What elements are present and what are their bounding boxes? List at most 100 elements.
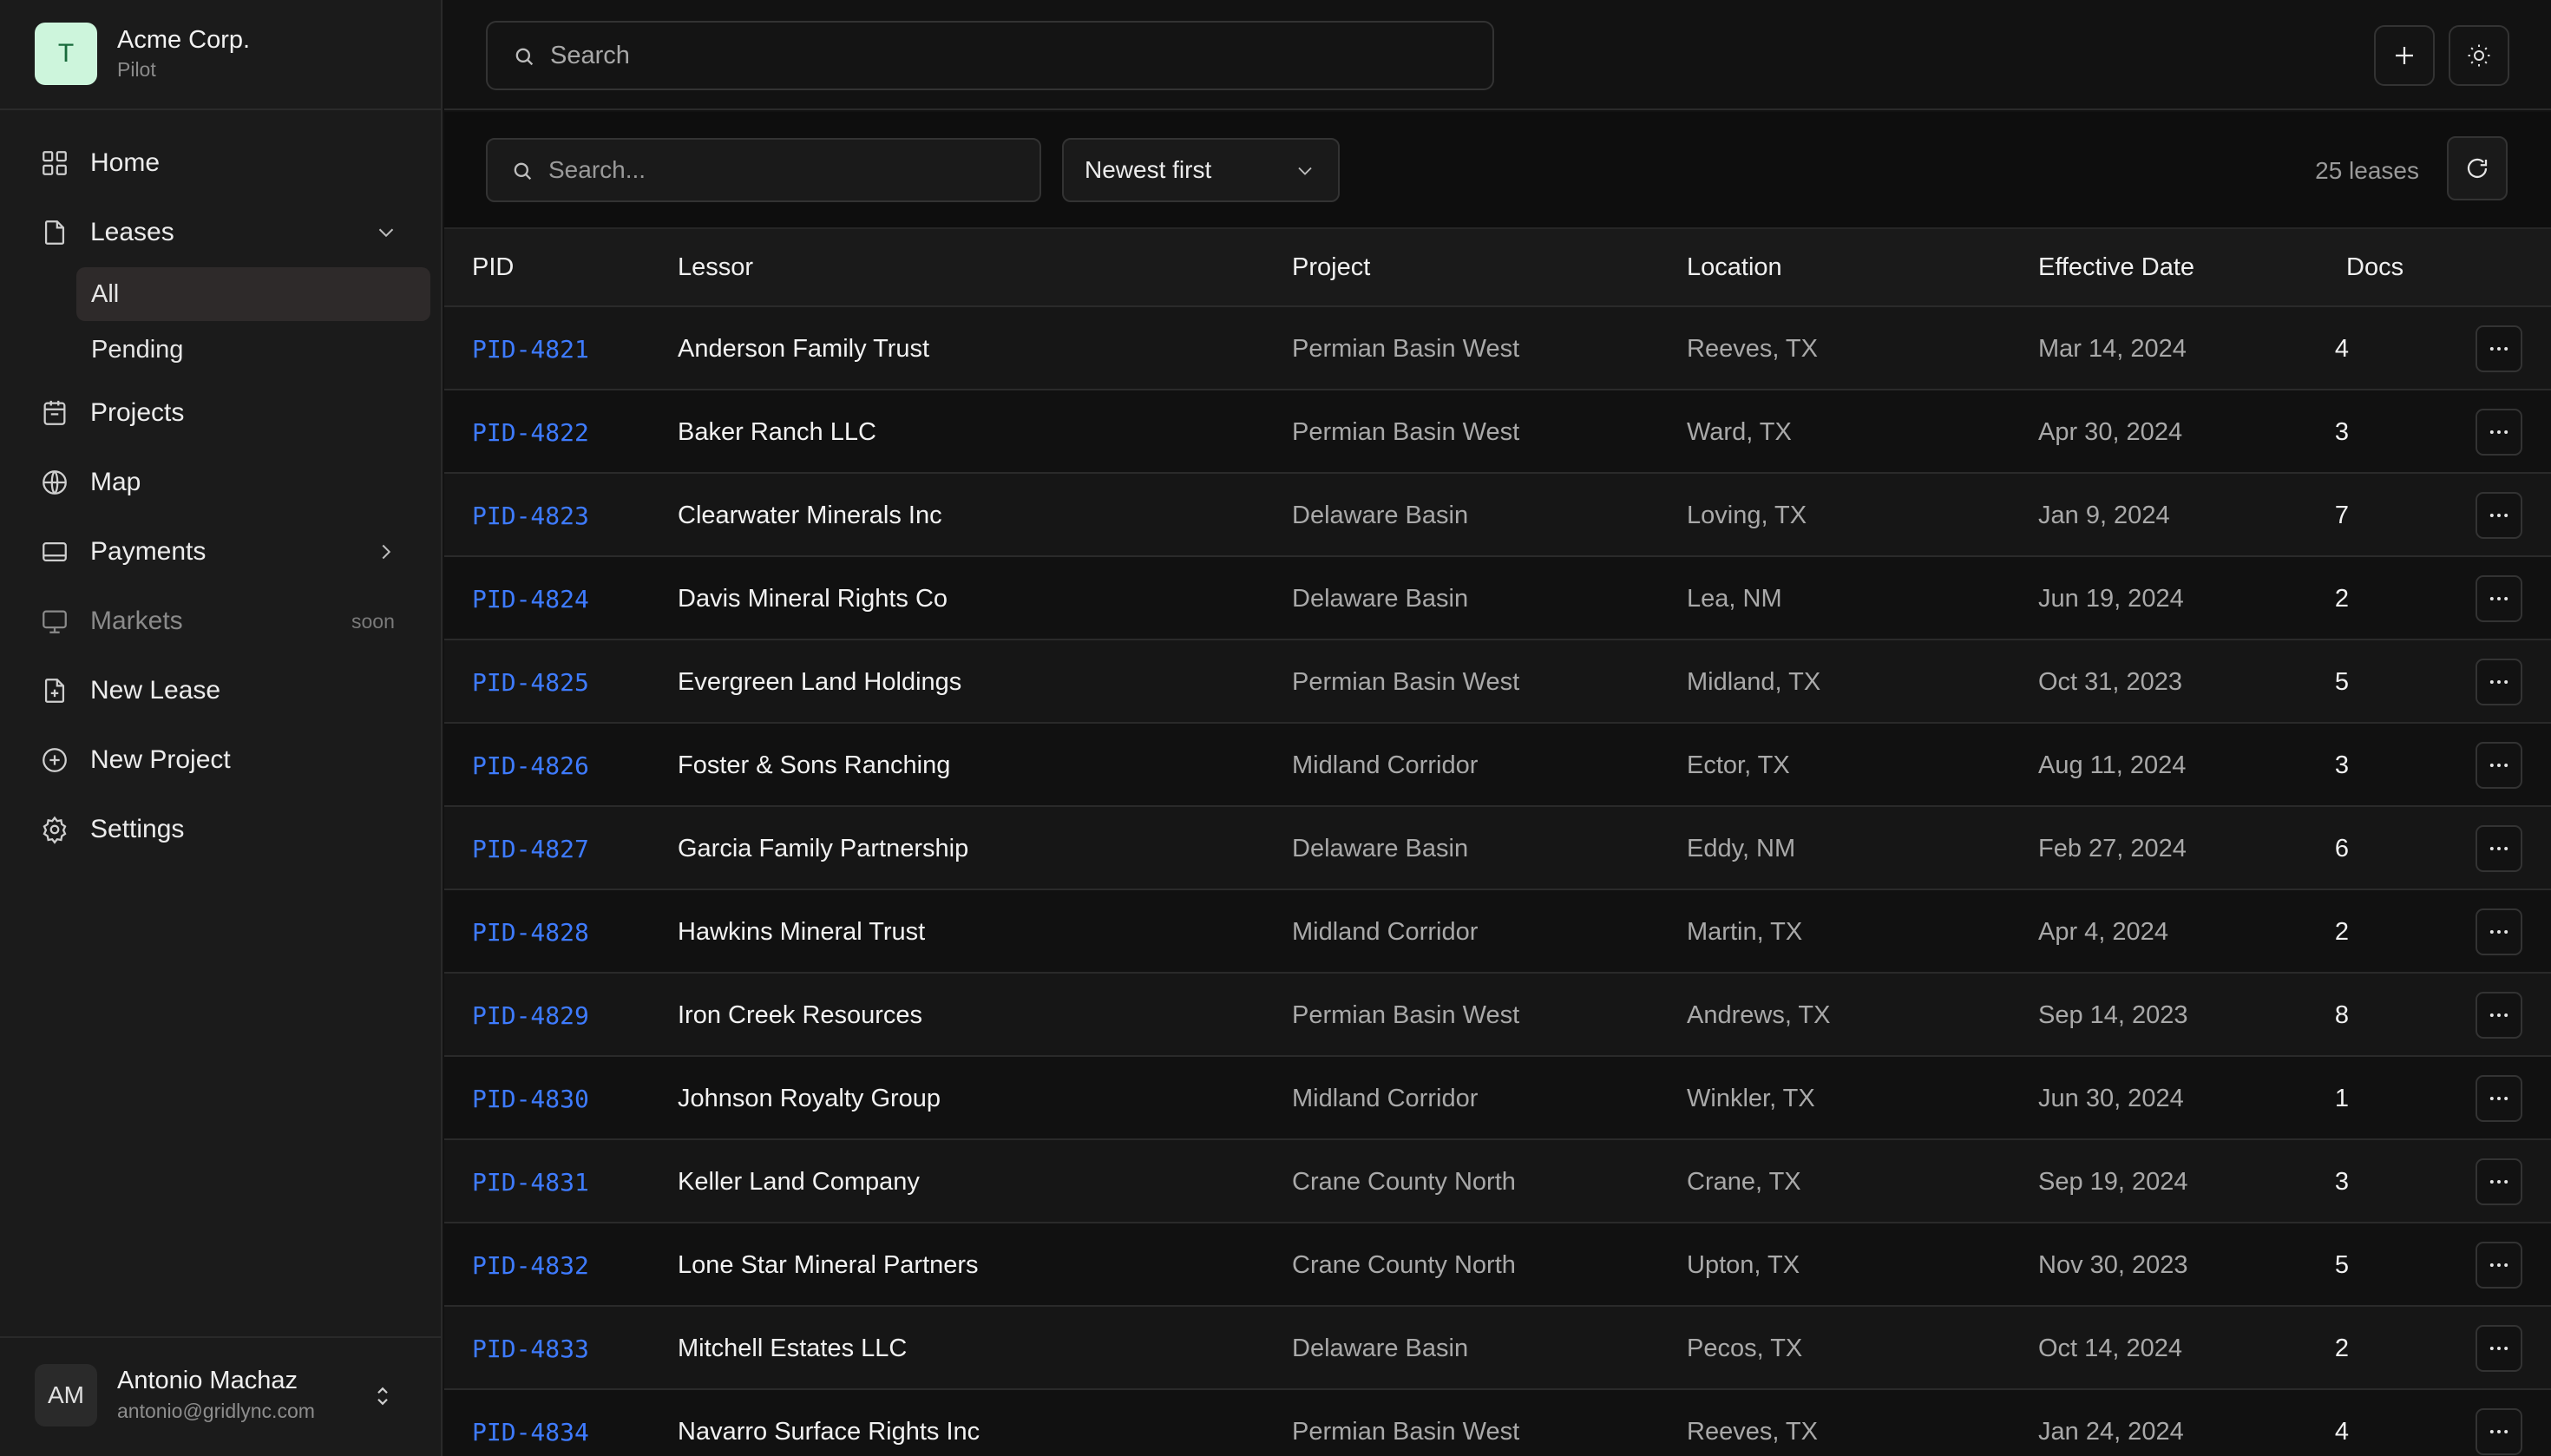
nav-new-lease[interactable]: New Lease	[0, 656, 443, 725]
docs-count-cell: 3	[2334, 751, 2350, 779]
row-actions-button[interactable]	[2476, 1325, 2522, 1372]
refresh-button[interactable]	[2447, 136, 2508, 200]
row-actions-button[interactable]	[2476, 325, 2522, 372]
more-horizontal-icon	[2489, 1347, 2508, 1350]
effective-date-cell: Jan 9, 2024	[2038, 502, 2170, 529]
pid-link[interactable]: PID-4823	[472, 502, 589, 530]
col-header-location[interactable]: Location	[1687, 253, 1782, 282]
pid-link[interactable]: PID-4821	[472, 335, 589, 364]
table-row[interactable]: PID-4822 Baker Ranch LLC Permian Basin Wes…	[444, 390, 2551, 474]
search-icon	[515, 48, 534, 66]
effective-date-cell: Nov 30, 2023	[2038, 1251, 2188, 1279]
col-header-project[interactable]: Project	[1292, 253, 1370, 282]
table-row[interactable]: PID-4831 Keller Land Company Crane County …	[444, 1140, 2551, 1223]
row-actions-button[interactable]	[2476, 492, 2522, 539]
pid-link[interactable]: PID-4822	[472, 418, 589, 447]
project-cell: Midland Corridor	[1292, 918, 1479, 946]
pid-link[interactable]: PID-4827	[472, 835, 589, 863]
col-header-effective-date[interactable]: Effective Date	[2038, 253, 2194, 282]
row-actions-button[interactable]	[2476, 1408, 2522, 1455]
pid-link[interactable]: PID-4826	[472, 751, 589, 780]
lessor-cell: Baker Ranch LLC	[678, 418, 876, 446]
table-row[interactable]: PID-4824 Davis Mineral Rights Co Delaware …	[444, 557, 2551, 640]
row-actions-button[interactable]	[2476, 1158, 2522, 1205]
table-row[interactable]: PID-4829 Iron Creek Resources Permian Basi…	[444, 974, 2551, 1057]
row-actions-button[interactable]	[2476, 1075, 2522, 1122]
col-header-lessor[interactable]: Lessor	[678, 253, 753, 282]
col-header-docs[interactable]: Docs	[2346, 253, 2403, 282]
nav-leases-pending[interactable]: Pending	[76, 323, 430, 377]
lease-search-input[interactable]	[548, 140, 1026, 200]
location-cell: Eddy, NM	[1687, 835, 1796, 862]
row-actions-button[interactable]	[2476, 409, 2522, 456]
docs-count-cell: 4	[2334, 335, 2350, 363]
table-row[interactable]: PID-4833 Mitchell Estates LLC Delaware Bas…	[444, 1307, 2551, 1390]
row-actions-button[interactable]	[2476, 659, 2522, 705]
nav-home[interactable]: Home	[0, 128, 443, 198]
pid-link[interactable]: PID-4833	[472, 1335, 589, 1363]
col-header-pid[interactable]: PID	[472, 253, 514, 282]
row-actions-button[interactable]	[2476, 1242, 2522, 1289]
workspace-switcher[interactable]: T Acme Corp. Pilot	[0, 0, 443, 110]
pid-link[interactable]: PID-4830	[472, 1085, 589, 1113]
user-menu[interactable]: AM Antonio Machaz antonio@gridlync.com	[0, 1336, 443, 1456]
row-actions-button[interactable]	[2476, 742, 2522, 789]
nav-settings[interactable]: Settings	[0, 795, 443, 864]
table-row[interactable]: PID-4823 Clearwater Minerals Inc Delaware …	[444, 474, 2551, 557]
chevron-down-icon[interactable]	[373, 220, 399, 246]
chevron-right-icon[interactable]	[373, 539, 399, 565]
table-row[interactable]: PID-4825 Evergreen Land Holdings Permian B…	[444, 640, 2551, 724]
nav-leases[interactable]: Leases	[0, 198, 443, 267]
docs-count-cell: 2	[2334, 918, 2350, 946]
lessor-cell: Hawkins Mineral Trust	[678, 918, 926, 946]
location-cell: Ector, TX	[1687, 751, 1790, 779]
lessor-cell: Mitchell Estates LLC	[678, 1335, 908, 1362]
sort-select[interactable]: Newest first	[1062, 138, 1340, 202]
sun-icon	[2468, 44, 2490, 67]
nav-new-project[interactable]: New Project	[0, 725, 443, 795]
location-cell: Pecos, TX	[1687, 1335, 1803, 1362]
chevrons-up-down-icon[interactable]	[370, 1383, 396, 1409]
global-search-input[interactable]	[550, 23, 1461, 89]
table-row[interactable]: PID-4826 Foster & Sons Ranching Midland Co…	[444, 724, 2551, 807]
row-actions-button[interactable]	[2476, 825, 2522, 872]
project-cell: Crane County North	[1292, 1251, 1516, 1279]
row-actions-button[interactable]	[2476, 908, 2522, 955]
pid-link[interactable]: PID-4828	[472, 918, 589, 947]
table-row[interactable]: PID-4827 Garcia Family Partnership Delawar…	[444, 807, 2551, 890]
nav-projects[interactable]: Projects	[0, 378, 443, 448]
pid-link[interactable]: PID-4831	[472, 1168, 589, 1197]
effective-date-cell: Apr 30, 2024	[2038, 418, 2183, 446]
pid-link[interactable]: PID-4829	[472, 1001, 589, 1030]
project-cell: Crane County North	[1292, 1168, 1516, 1196]
theme-toggle-button[interactable]	[2449, 25, 2509, 86]
table-row[interactable]: PID-4821 Anderson Family Trust Permian Bas…	[444, 307, 2551, 390]
pid-link[interactable]: PID-4832	[472, 1251, 589, 1280]
nav-map[interactable]: Map	[0, 448, 443, 517]
pid-link[interactable]: PID-4834	[472, 1418, 589, 1446]
sort-select-value: Newest first	[1085, 156, 1212, 183]
nav-leases-all[interactable]: All	[76, 267, 430, 321]
global-search[interactable]	[486, 21, 1494, 90]
pid-link[interactable]: PID-4825	[472, 668, 589, 697]
project-cell: Delaware Basin	[1292, 1335, 1469, 1362]
docs-count-cell: 3	[2334, 418, 2350, 446]
user-name: Antonio Machaz	[117, 1367, 298, 1394]
nav-payments[interactable]: Payments	[0, 517, 443, 587]
table-row[interactable]: PID-4828 Hawkins Mineral Trust Midland Cor…	[444, 890, 2551, 974]
table-toolbar: Newest first 25 leases	[444, 112, 2551, 229]
table-header: PID Lessor Project Location Effective Da…	[444, 229, 2551, 307]
pid-link[interactable]: PID-4824	[472, 585, 589, 613]
table-row[interactable]: PID-4832 Lone Star Mineral Partners Crane …	[444, 1223, 2551, 1307]
table-row[interactable]: PID-4834 Navarro Surface Rights Inc Permia…	[444, 1390, 2551, 1456]
nav-markets: Markets soon	[0, 587, 443, 656]
docs-count-cell: 2	[2334, 1335, 2350, 1362]
row-actions-button[interactable]	[2476, 575, 2522, 622]
add-button[interactable]	[2374, 25, 2435, 86]
project-cell: Permian Basin West	[1292, 335, 1520, 363]
monitor-icon	[43, 610, 67, 633]
home-grid-icon	[43, 151, 67, 175]
lease-search[interactable]	[486, 138, 1041, 202]
row-actions-button[interactable]	[2476, 992, 2522, 1039]
table-row[interactable]: PID-4830 Johnson Royalty Group Midland Cor…	[444, 1057, 2551, 1140]
